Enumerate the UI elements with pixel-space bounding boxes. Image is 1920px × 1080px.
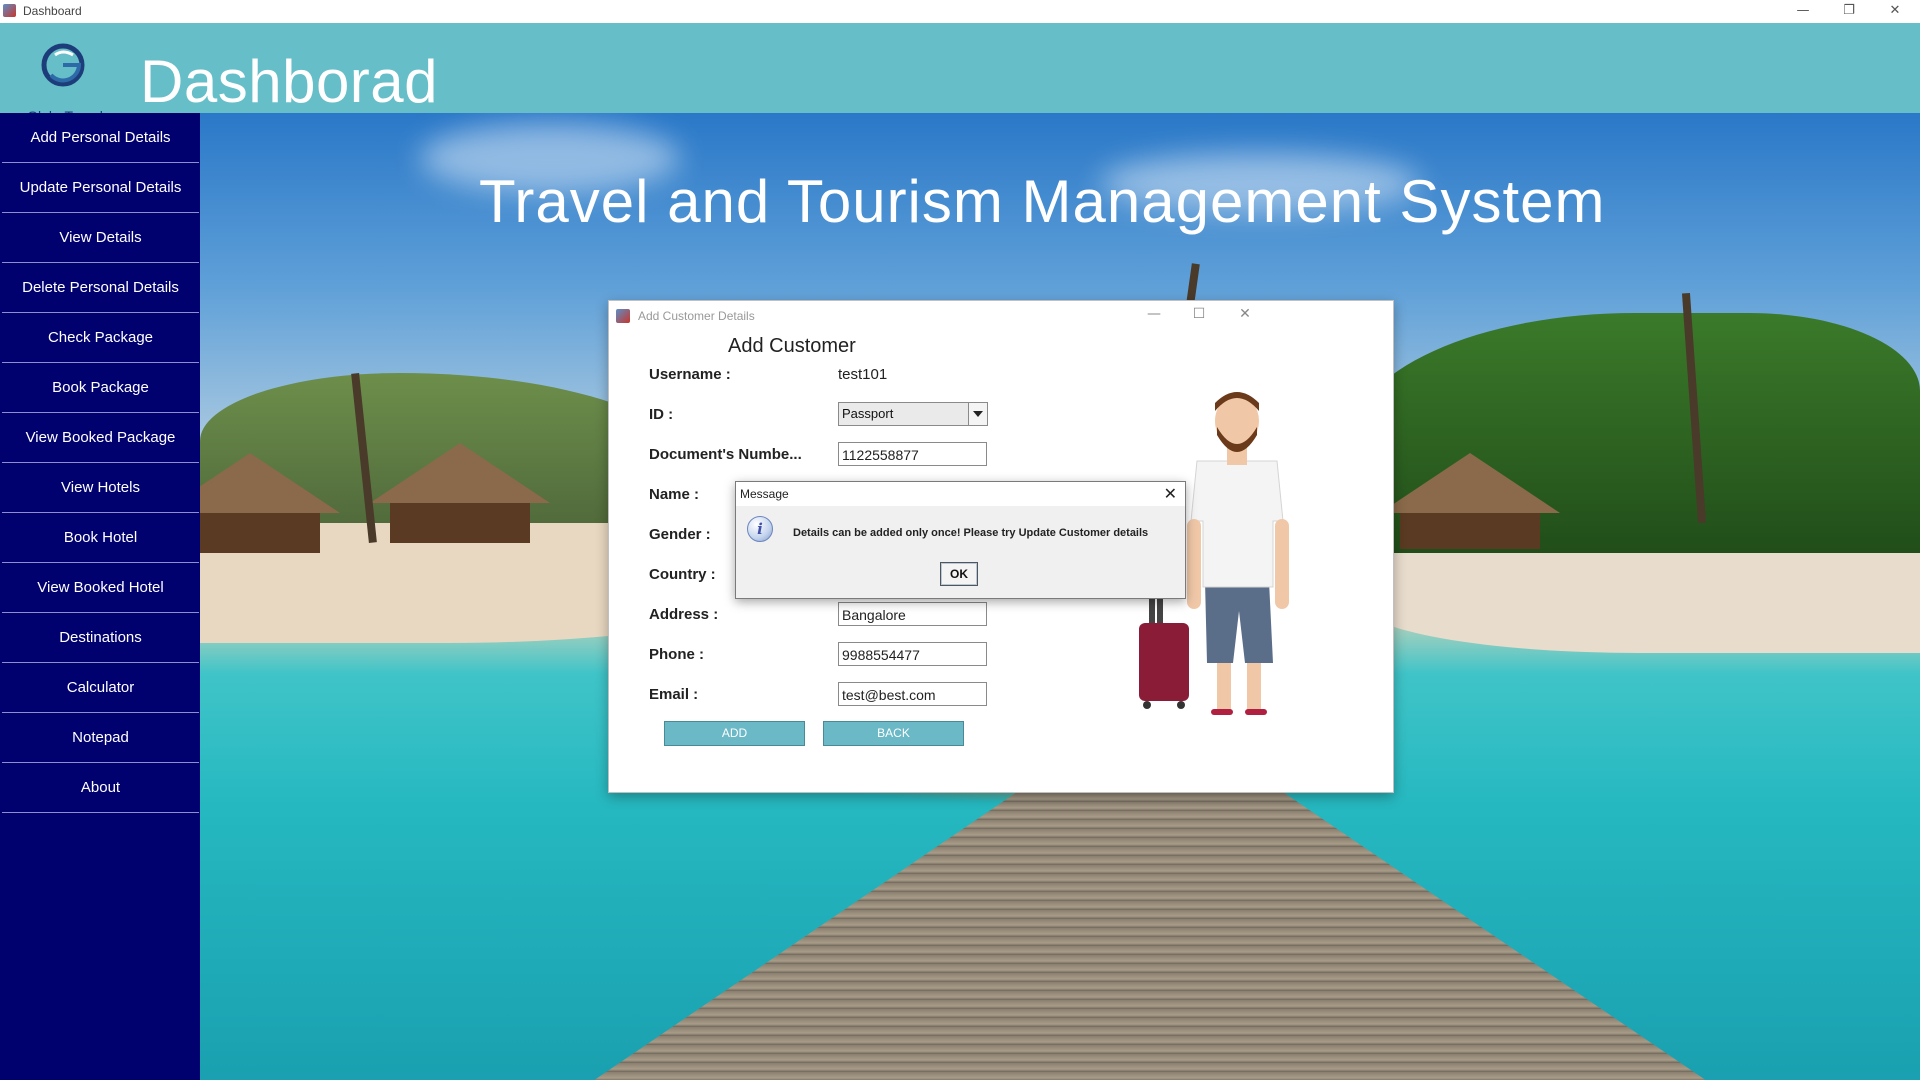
close-icon[interactable]: ✕ (1872, 0, 1918, 22)
phone-field[interactable]: 9988554477 (838, 642, 987, 666)
add-button[interactable]: ADD (664, 721, 805, 746)
close-icon[interactable]: ✕ (1164, 484, 1177, 503)
sidebar-item-book-package[interactable]: Book Package (2, 363, 199, 413)
sidebar-item-view-booked-hotel[interactable]: View Booked Hotel (2, 563, 199, 613)
maximize-icon[interactable]: ☐ (1184, 306, 1214, 326)
sidebar-item-destinations[interactable]: Destinations (2, 613, 199, 663)
page-title: Dashborad (140, 48, 439, 115)
beach (1360, 553, 1920, 653)
sidebar: Add Personal Details Update Personal Det… (0, 113, 200, 1080)
minimize-icon[interactable]: — (1780, 0, 1826, 22)
hut-roof (1380, 453, 1560, 513)
hut-base (1400, 513, 1540, 549)
globe-logo-icon (41, 43, 85, 87)
sidebar-item-update-personal-details[interactable]: Update Personal Details (2, 163, 199, 213)
form-heading: Add Customer (728, 335, 856, 357)
back-button[interactable]: BACK (823, 721, 964, 746)
window-title: Dashboard (23, 4, 82, 18)
sidebar-item-view-booked-package[interactable]: View Booked Package (2, 413, 199, 463)
sidebar-item-about[interactable]: About (2, 763, 199, 813)
add-customer-window-title: Add Customer Details (638, 309, 755, 323)
hut-roof (370, 443, 550, 503)
id-type-selected-value: Passport (842, 406, 894, 421)
email-field[interactable]: test@best.com (838, 682, 987, 706)
wooden-pier (590, 793, 1710, 1080)
document-number-field[interactable]: 1122558877 (838, 442, 987, 466)
document-number-label: Document's Numbe... (649, 446, 802, 463)
sidebar-item-check-package[interactable]: Check Package (2, 313, 199, 363)
sidebar-item-view-details[interactable]: View Details (2, 213, 199, 263)
message-dialog: Message ✕ i Details can be added only on… (735, 481, 1186, 599)
id-type-select[interactable]: Passport (838, 402, 988, 426)
email-label: Email : (649, 686, 699, 703)
add-customer-title-bar: Add Customer Details — ☐ ✕ (609, 301, 1393, 331)
country-label: Country : (649, 566, 716, 583)
username-value: test101 (838, 366, 888, 383)
banner-title: Travel and Tourism Management System (479, 168, 1606, 235)
hut-base (200, 513, 320, 553)
address-field[interactable]: Bangalore (838, 602, 987, 626)
username-label: Username : (649, 366, 731, 383)
sidebar-item-calculator[interactable]: Calculator (2, 663, 199, 713)
java-app-icon (616, 309, 630, 323)
info-icon: i (747, 516, 773, 542)
chevron-down-icon[interactable] (968, 403, 987, 425)
phone-label: Phone : (649, 646, 704, 663)
message-dialog-body: i Details can be added only once! Please… (736, 506, 1185, 598)
sidebar-item-notepad[interactable]: Notepad (2, 713, 199, 763)
sidebar-item-delete-personal-details[interactable]: Delete Personal Details (2, 263, 199, 313)
hut-base (390, 503, 530, 543)
restore-icon[interactable]: ❐ (1826, 0, 1872, 22)
minimize-icon[interactable]: — (1139, 306, 1169, 326)
message-dialog-title: Message (740, 487, 789, 501)
name-label: Name : (649, 486, 700, 503)
close-icon[interactable]: ✕ (1230, 306, 1260, 326)
hut-roof (200, 453, 340, 513)
os-title-bar: Dashboard — ❐ ✕ (0, 0, 1920, 24)
id-label: ID : (649, 406, 674, 423)
address-label: Address : (649, 606, 719, 623)
app-icon (3, 4, 16, 17)
sidebar-item-view-hotels[interactable]: View Hotels (2, 463, 199, 513)
sidebar-item-book-hotel[interactable]: Book Hotel (2, 513, 199, 563)
message-dialog-title-bar: Message ✕ (736, 482, 1185, 507)
sidebar-item-add-personal-details[interactable]: Add Personal Details (2, 113, 199, 163)
header-bar: GlobeTravel Dashborad (0, 23, 1920, 124)
gender-label: Gender : (649, 526, 711, 543)
ok-button[interactable]: OK (940, 562, 978, 586)
message-text: Details can be added only once! Please t… (793, 527, 1149, 539)
